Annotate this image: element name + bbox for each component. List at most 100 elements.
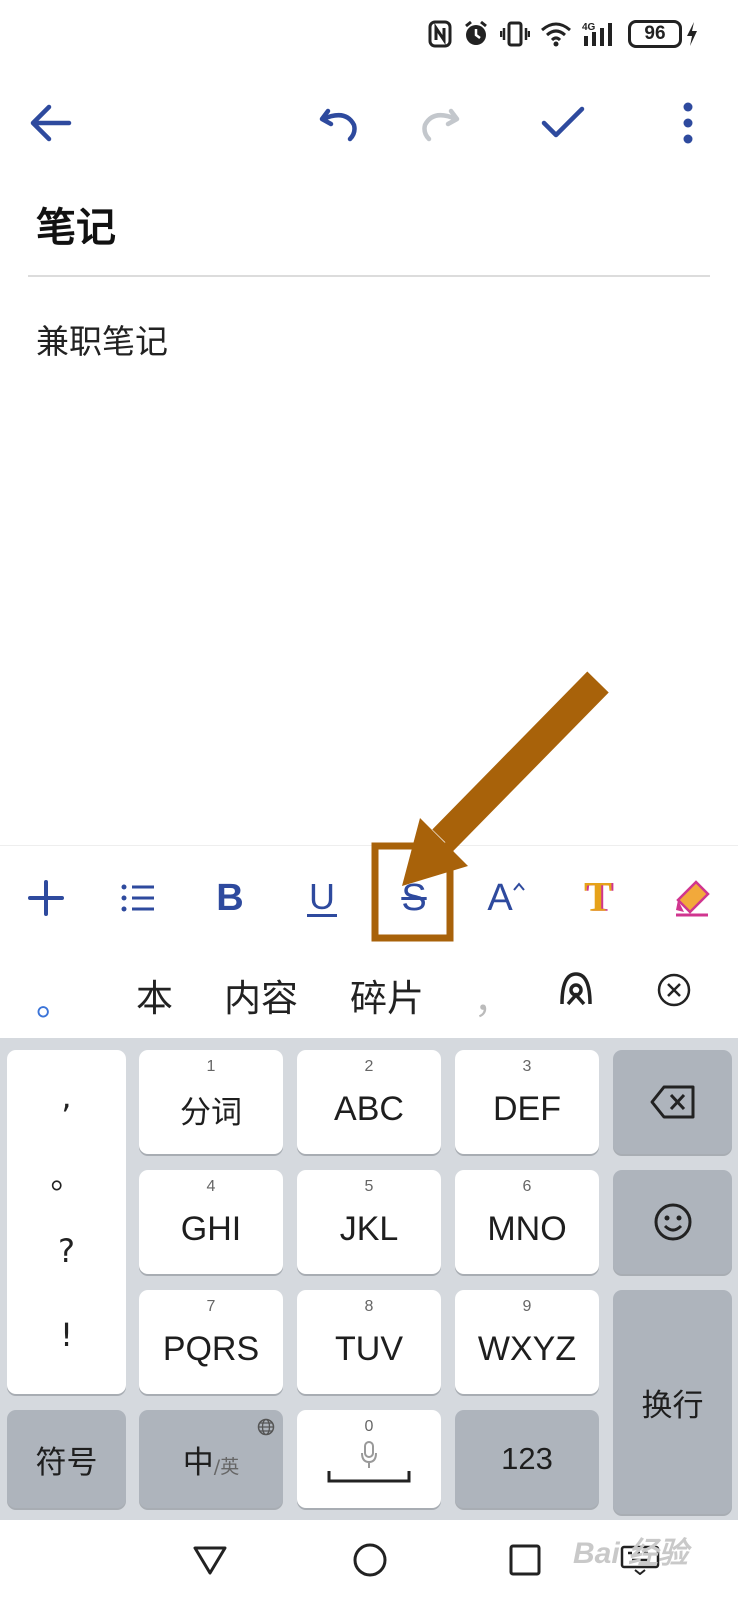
space-bar-icon bbox=[327, 1471, 411, 1483]
key-label: JKL bbox=[339, 1209, 399, 1248]
highlighter-icon bbox=[676, 880, 710, 917]
lang-sub-label: /英 bbox=[213, 1455, 240, 1478]
key-number: 1 bbox=[206, 1058, 216, 1075]
bold-button[interactable]: B bbox=[188, 856, 272, 940]
candidate-item[interactable]: 内容 bbox=[224, 968, 298, 1022]
key-number: 3 bbox=[522, 1058, 532, 1075]
language-toggle-key[interactable]: 中 /英 bbox=[139, 1410, 283, 1508]
battery-level: 96 bbox=[628, 20, 682, 48]
key-number: 9 bbox=[522, 1298, 532, 1315]
candidate-item[interactable]: 碎片 bbox=[350, 968, 424, 1022]
globe-icon bbox=[257, 1418, 275, 1436]
close-candidates-button[interactable] bbox=[656, 972, 692, 1012]
more-options-button[interactable] bbox=[650, 85, 726, 161]
more-vertical-icon bbox=[683, 102, 693, 144]
key-number: 7 bbox=[206, 1298, 216, 1315]
key-9-wxyz[interactable]: 9 WXYZ bbox=[455, 1290, 599, 1394]
language-toggle-labels: 中 /英 bbox=[183, 1437, 239, 1482]
nav-home-button[interactable] bbox=[340, 1530, 400, 1590]
note-title[interactable]: 笔记 bbox=[36, 195, 116, 253]
font-size-button[interactable]: A bbox=[464, 856, 548, 940]
save-check-button[interactable] bbox=[525, 85, 601, 161]
candidate-comma[interactable]: ， bbox=[474, 970, 511, 1024]
title-divider bbox=[28, 275, 710, 277]
numbers-label: 123 bbox=[501, 1441, 553, 1476]
ime-candidate-bar: 。 本 内容 碎片 ， bbox=[0, 950, 738, 1038]
alarm-icon bbox=[465, 20, 487, 45]
key-label: ABC bbox=[334, 1089, 404, 1128]
key-label: MNO bbox=[487, 1209, 567, 1248]
triangle-back-icon bbox=[193, 1546, 227, 1575]
key-3-def[interactable]: 3 DEF bbox=[455, 1050, 599, 1154]
redo-button[interactable] bbox=[403, 85, 479, 161]
symbols-key[interactable]: 符号 bbox=[7, 1410, 126, 1508]
strikethrough-button[interactable]: S bbox=[372, 856, 456, 940]
status-bar: 4G 96 bbox=[0, 0, 738, 70]
note-body[interactable]: 兼职笔记 bbox=[36, 315, 168, 363]
ime-assistant-button[interactable] bbox=[556, 970, 596, 1014]
key-label: DEF bbox=[493, 1089, 561, 1128]
candidate-dot[interactable]: 。 bbox=[36, 972, 73, 1026]
strikethrough-label: S bbox=[401, 876, 427, 919]
candidate-item[interactable]: 本 bbox=[136, 968, 173, 1022]
key-label: GHI bbox=[180, 1209, 242, 1248]
smiley-icon bbox=[654, 1203, 691, 1241]
punct-key-period[interactable]: 。 bbox=[7, 1152, 126, 1198]
vibrate-icon bbox=[500, 21, 530, 47]
lang-main-label: 中 bbox=[182, 1444, 214, 1481]
signal-4g-icon: 4G bbox=[582, 22, 612, 46]
bullet-list-icon bbox=[121, 884, 154, 912]
font-size-label: A bbox=[487, 876, 513, 919]
backspace-key[interactable] bbox=[613, 1050, 732, 1154]
punct-key-question[interactable]: ? bbox=[7, 1232, 126, 1270]
caret-up-icon bbox=[512, 882, 525, 891]
key-5-jkl[interactable]: 5 JKL bbox=[297, 1170, 441, 1274]
insert-button[interactable] bbox=[4, 856, 88, 940]
highlighter-button[interactable] bbox=[650, 856, 734, 940]
nfc-icon bbox=[428, 20, 452, 48]
punct-key-exclaim[interactable]: ! bbox=[7, 1316, 126, 1354]
nav-back-button[interactable] bbox=[180, 1530, 240, 1590]
punct-key-comma[interactable]: , bbox=[7, 1078, 126, 1116]
text-color-button[interactable]: T bbox=[556, 856, 640, 940]
key-label: 分词 bbox=[180, 1094, 242, 1131]
enter-key[interactable]: 换行 bbox=[613, 1290, 732, 1514]
key-7-pqrs[interactable]: 7 PQRS bbox=[139, 1290, 283, 1394]
key-8-tuv[interactable]: 8 TUV bbox=[297, 1290, 441, 1394]
space-key[interactable]: 0 bbox=[297, 1410, 441, 1508]
nav-recents-button[interactable] bbox=[495, 1530, 555, 1590]
undo-button[interactable] bbox=[300, 85, 376, 161]
punctuation-column[interactable]: , 。 ? ! bbox=[7, 1050, 126, 1394]
key-number: 5 bbox=[364, 1178, 374, 1195]
plus-icon bbox=[28, 880, 64, 916]
circle-home-icon bbox=[353, 1543, 387, 1577]
keyboard: , 。 ? ! 1 分词 2 ABC 3 DEF 4 GHI 5 JKL 6 M… bbox=[0, 1038, 738, 1520]
key-number: 6 bbox=[522, 1178, 532, 1195]
key-label: WXYZ bbox=[477, 1329, 577, 1368]
battery-indicator: 96 bbox=[628, 20, 698, 48]
emoji-key[interactable] bbox=[613, 1170, 732, 1274]
text-color-label: T bbox=[583, 875, 612, 921]
ime-assistant-icon bbox=[560, 972, 592, 1006]
symbols-label: 符号 bbox=[35, 1444, 98, 1481]
enter-label: 换行 bbox=[641, 1387, 704, 1424]
key-label: TUV bbox=[335, 1329, 403, 1368]
backspace-icon bbox=[650, 1085, 694, 1119]
underline-button[interactable]: U bbox=[280, 856, 364, 940]
key-6-mno[interactable]: 6 MNO bbox=[455, 1170, 599, 1274]
key-1-segment[interactable]: 1 分词 bbox=[139, 1050, 283, 1154]
svg-text:4G: 4G bbox=[582, 22, 596, 33]
key-4-ghi[interactable]: 4 GHI bbox=[139, 1170, 283, 1274]
close-circle-icon bbox=[657, 973, 691, 1007]
annotation-arrow-shaft bbox=[432, 671, 609, 851]
back-button[interactable] bbox=[12, 85, 88, 161]
numbers-key[interactable]: 123 bbox=[455, 1410, 599, 1508]
redo-icon bbox=[422, 108, 460, 142]
bold-label: B bbox=[216, 876, 244, 919]
check-icon bbox=[541, 106, 585, 138]
key-number: 4 bbox=[206, 1178, 216, 1195]
list-button[interactable] bbox=[96, 856, 180, 940]
key-2-abc[interactable]: 2 ABC bbox=[297, 1050, 441, 1154]
undo-icon bbox=[319, 108, 357, 142]
wifi-icon bbox=[541, 22, 571, 47]
